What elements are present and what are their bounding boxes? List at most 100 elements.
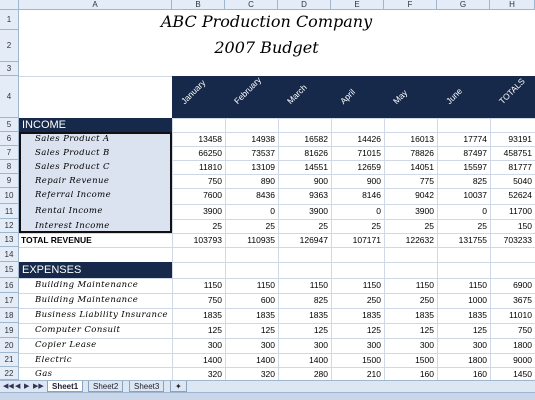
income-label[interactable]: Sales Product B — [35, 149, 170, 160]
first-sheet-icon[interactable]: ◀◀ — [3, 382, 14, 390]
income-value[interactable]: 8436 — [225, 191, 275, 204]
total-revenue-value[interactable]: 103793 — [172, 236, 222, 247]
income-value[interactable]: 900 — [331, 177, 381, 188]
tab-sheet3[interactable]: Sheet3 — [129, 381, 165, 392]
expense-value[interactable]: 1835 — [384, 311, 434, 323]
income-value[interactable]: 7600 — [172, 191, 222, 204]
expense-value[interactable]: 6900 — [490, 281, 532, 293]
total-revenue-label[interactable]: TOTAL REVENUE — [21, 236, 171, 245]
row-header-21[interactable]: 21 — [0, 353, 19, 367]
income-value[interactable]: 0 — [225, 207, 275, 219]
income-value[interactable]: 750 — [172, 177, 222, 188]
total-revenue-value[interactable]: 703233 — [490, 236, 532, 247]
income-value[interactable]: 14938 — [225, 135, 275, 146]
income-value[interactable]: 0 — [331, 207, 381, 219]
income-value[interactable]: 81777 — [490, 163, 532, 174]
expense-value[interactable]: 1150 — [278, 281, 328, 293]
expense-value[interactable]: 1150 — [172, 281, 222, 293]
tab-sheet2[interactable]: Sheet2 — [88, 381, 124, 392]
income-value[interactable]: 9363 — [278, 191, 328, 204]
income-value[interactable]: 16582 — [278, 135, 328, 146]
column-header-a[interactable]: A — [19, 0, 172, 10]
total-revenue-value[interactable]: 126947 — [278, 236, 328, 247]
income-value[interactable]: 78826 — [384, 149, 434, 160]
expense-value[interactable]: 1150 — [225, 281, 275, 293]
income-value[interactable]: 25 — [331, 222, 381, 233]
column-header-h[interactable]: H — [490, 0, 535, 10]
expense-value[interactable]: 125 — [278, 326, 328, 338]
expense-value[interactable]: 280 — [278, 370, 328, 380]
expense-value[interactable]: 300 — [331, 341, 381, 353]
income-value[interactable]: 775 — [384, 177, 434, 188]
total-revenue-value[interactable]: 110935 — [225, 236, 275, 247]
row-header-18[interactable]: 18 — [0, 308, 19, 323]
expense-value[interactable]: 1800 — [490, 341, 532, 353]
expense-value[interactable]: 1150 — [437, 281, 487, 293]
expense-value[interactable]: 250 — [331, 296, 381, 308]
row-header-5[interactable]: 5 — [0, 118, 19, 132]
total-revenue-value[interactable]: 131755 — [437, 236, 487, 247]
income-value[interactable]: 3900 — [384, 207, 434, 219]
expense-value[interactable]: 320 — [172, 370, 222, 380]
expense-label[interactable]: Building Maintenance — [35, 296, 170, 308]
row-header-2[interactable]: 2 — [0, 30, 19, 62]
income-value[interactable]: 10037 — [437, 191, 487, 204]
row-header-19[interactable]: 19 — [0, 323, 19, 338]
expense-value[interactable]: 250 — [384, 296, 434, 308]
expense-value[interactable]: 1150 — [384, 281, 434, 293]
row-header-9[interactable]: 9 — [0, 174, 19, 188]
income-value[interactable]: 11810 — [172, 163, 222, 174]
expense-value[interactable]: 125 — [331, 326, 381, 338]
income-value[interactable]: 150 — [490, 222, 532, 233]
income-value[interactable]: 52624 — [490, 191, 532, 204]
last-sheet-icon[interactable]: ▶▶ — [33, 382, 44, 390]
expense-value[interactable]: 160 — [384, 370, 434, 380]
row-header-1[interactable]: 1 — [0, 10, 19, 30]
expense-value[interactable]: 1000 — [437, 296, 487, 308]
income-value[interactable]: 3900 — [172, 207, 222, 219]
column-header-g[interactable]: G — [437, 0, 490, 10]
expense-value[interactable]: 1835 — [437, 311, 487, 323]
spreadsheet-grid[interactable]: ABCDEFGH 1 2 3 4 5 6 7 8 9 10 11 12 13 14 15 16 17 18 19 20… — [0, 0, 535, 380]
expense-value[interactable]: 11010 — [490, 311, 532, 323]
row-header-15[interactable]: 15 — [0, 262, 19, 278]
income-value[interactable]: 890 — [225, 177, 275, 188]
income-value[interactable]: 458751 — [490, 149, 532, 160]
total-revenue-value[interactable]: 107171 — [331, 236, 381, 247]
expense-label[interactable]: Gas — [35, 370, 170, 380]
expense-value[interactable]: 160 — [437, 370, 487, 380]
income-value[interactable]: 0 — [437, 207, 487, 219]
expense-value[interactable]: 3675 — [490, 296, 532, 308]
expense-value[interactable]: 1835 — [278, 311, 328, 323]
column-header-e[interactable]: E — [331, 0, 384, 10]
row-header-16[interactable]: 16 — [0, 278, 19, 293]
income-value[interactable]: 87497 — [437, 149, 487, 160]
income-value[interactable]: 11700 — [490, 207, 532, 219]
income-value[interactable]: 25 — [225, 222, 275, 233]
column-header-d[interactable]: D — [278, 0, 331, 10]
income-value[interactable]: 14551 — [278, 163, 328, 174]
expenses-section-header[interactable]: EXPENSES — [19, 262, 172, 278]
column-header-b[interactable]: B — [172, 0, 225, 10]
expense-value[interactable]: 1835 — [172, 311, 222, 323]
income-value[interactable]: 73537 — [225, 149, 275, 160]
income-value[interactable]: 5040 — [490, 177, 532, 188]
expense-value[interactable]: 1150 — [331, 281, 381, 293]
income-value[interactable]: 17774 — [437, 135, 487, 146]
income-label[interactable]: Referral Income — [35, 191, 170, 204]
row-header-12[interactable]: 12 — [0, 219, 19, 233]
row-header-14[interactable]: 14 — [0, 247, 19, 262]
income-label[interactable]: Sales Product C — [35, 163, 170, 174]
row-header-8[interactable]: 8 — [0, 160, 19, 174]
income-label[interactable]: Rental Income — [35, 207, 170, 219]
expense-value[interactable]: 825 — [278, 296, 328, 308]
expense-value[interactable]: 125 — [172, 326, 222, 338]
row-header-6[interactable]: 6 — [0, 132, 19, 146]
expense-value[interactable]: 1450 — [490, 370, 532, 380]
expense-value[interactable]: 1800 — [437, 356, 487, 367]
next-sheet-icon[interactable]: ▶ — [24, 382, 29, 390]
income-value[interactable]: 25 — [437, 222, 487, 233]
expense-value[interactable]: 300 — [278, 341, 328, 353]
income-value[interactable]: 14051 — [384, 163, 434, 174]
row-header-13[interactable]: 13 — [0, 233, 19, 247]
